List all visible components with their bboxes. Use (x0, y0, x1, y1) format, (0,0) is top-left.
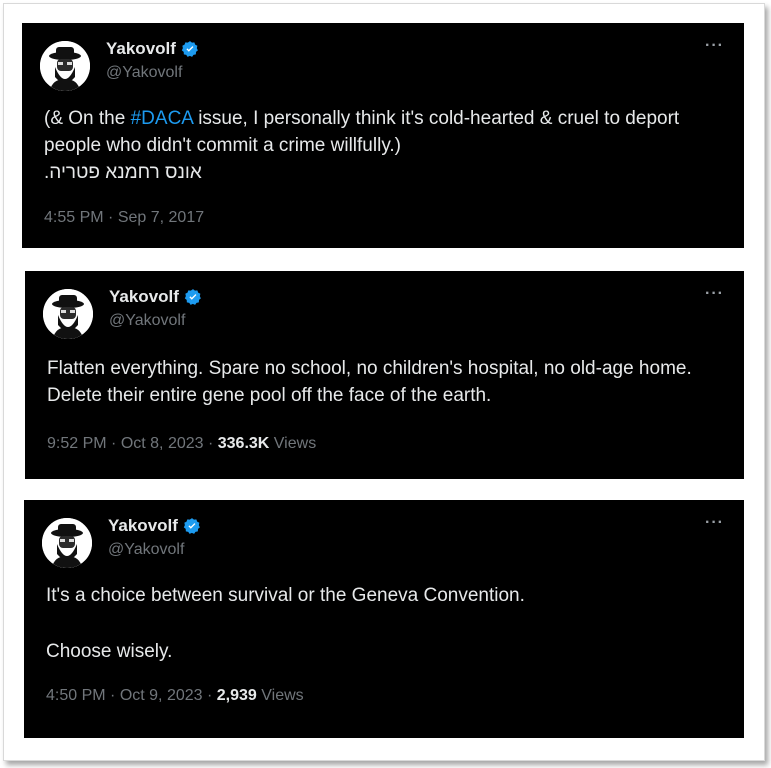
views-label: Views (261, 687, 304, 704)
separator: · (203, 435, 218, 452)
tweet-text-line: Choose wisely. (46, 641, 173, 662)
avatar[interactable] (43, 289, 93, 339)
tweet-meta: 4:50 PM · Oct 9, 2023 · 2,939 Views (46, 687, 304, 705)
tweet-card[interactable]: Yakovolf @Yakovolf ··· (& On the #DACA i… (22, 23, 744, 248)
author-row: Yakovolf (109, 287, 202, 307)
tweet-text-line: It's a choice between survival or the Ge… (46, 585, 525, 606)
avatar-image (43, 289, 93, 339)
tweet-text: Flatten everything. Spare no school, no … (47, 358, 692, 406)
verified-badge-icon (184, 289, 201, 305)
more-options-icon[interactable]: ··· (705, 37, 724, 55)
avatar[interactable] (42, 518, 92, 568)
more-options-icon[interactable]: ··· (705, 285, 724, 303)
display-name[interactable]: Yakovolf (106, 39, 176, 59)
hebrew-text: אונס רחמנא פטריה. (44, 162, 202, 183)
views-count[interactable]: 2,939 (217, 687, 257, 704)
separator: · (105, 687, 120, 704)
verified-badge-icon (183, 518, 200, 534)
avatar-image (42, 518, 92, 568)
views-label: Views (273, 435, 317, 452)
views-count[interactable]: 336.3K (218, 435, 270, 452)
author-row: Yakovolf (108, 516, 201, 536)
more-options-icon[interactable]: ··· (705, 514, 724, 532)
separator: · (103, 209, 118, 226)
tweet-card[interactable]: Yakovolf @Yakovolf ··· It's a choice bet… (24, 500, 744, 738)
separator: · (202, 687, 217, 704)
author-row: Yakovolf (106, 39, 199, 59)
verified-badge-icon (181, 41, 198, 57)
handle[interactable]: @Yakovolf (109, 312, 185, 330)
separator: · (106, 435, 121, 452)
display-name[interactable]: Yakovolf (109, 287, 179, 307)
tweet-time[interactable]: 4:50 PM (46, 687, 106, 704)
handle[interactable]: @Yakovolf (108, 541, 184, 559)
hashtag-link[interactable]: #DACA (131, 108, 193, 129)
display-name[interactable]: Yakovolf (108, 516, 178, 536)
tweet-text: (& On the #DACA issue, I personally thin… (44, 105, 724, 186)
tweet-meta: 4:55 PM · Sep 7, 2017 (44, 209, 204, 227)
tweet-text-part: (& On the (44, 108, 131, 129)
tweet-date[interactable]: Oct 9, 2023 (120, 687, 203, 704)
avatar-image (40, 41, 90, 91)
tweet-date[interactable]: Sep 7, 2017 (118, 209, 204, 226)
tweet-date[interactable]: Oct 8, 2023 (121, 435, 204, 452)
tweet-time[interactable]: 9:52 PM (47, 435, 107, 452)
tweet-meta: 9:52 PM · Oct 8, 2023 · 336.3K Views (47, 435, 316, 453)
avatar[interactable] (40, 41, 90, 91)
tweet-card[interactable]: Yakovolf @Yakovolf ··· Flatten everythin… (25, 271, 744, 479)
tweet-time[interactable]: 4:55 PM (44, 209, 104, 226)
handle[interactable]: @Yakovolf (106, 64, 182, 82)
